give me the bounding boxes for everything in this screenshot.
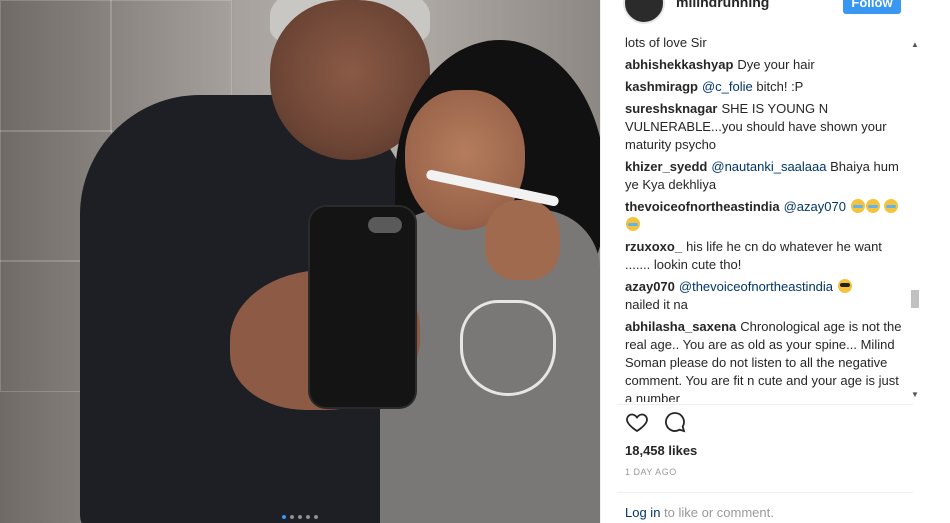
comment-item: sureshsknagar SHE IS YOUNG N VULNERABLE..… <box>625 100 907 154</box>
carousel-dot[interactable] <box>306 515 310 519</box>
comment-username[interactable]: abhishekkashyap <box>625 57 733 72</box>
comment-username[interactable]: kashmiragp <box>625 79 698 94</box>
comment-item: thevoiceofnortheastindia @azay070 <box>625 198 907 234</box>
avatar[interactable] <box>623 0 665 24</box>
follow-button[interactable]: Follow <box>843 0 901 14</box>
heart-icon[interactable] <box>625 410 649 434</box>
comment-mention[interactable]: @azay070 <box>784 199 846 214</box>
comment-username[interactable]: sureshsknagar <box>625 101 718 116</box>
comment-item: kashmiragp @c_folie bitch! :P <box>625 78 907 96</box>
divider <box>617 492 913 493</box>
post-timestamp[interactable]: 1 DAY AGO <box>625 467 677 477</box>
login-prompt-text: to like or comment. <box>664 505 774 520</box>
post-sidebar: milindrunning Follow lots of love Sir ab… <box>600 0 950 523</box>
comment-mention[interactable]: @thevoiceofnortheastindia <box>679 279 833 294</box>
shirt-logo <box>460 300 556 396</box>
phone-camera <box>368 217 402 233</box>
comment-scrollbar[interactable]: ▲ ▼ <box>909 40 921 400</box>
carousel-dot[interactable] <box>290 515 294 519</box>
comment-list: lots of love Sir abhishekkashyap Dye your… <box>625 34 907 402</box>
woman-hand <box>485 200 560 280</box>
tears-of-joy-emoji-icon <box>884 199 899 213</box>
comment-username[interactable]: thevoiceofnortheastindia <box>625 199 780 214</box>
like-count[interactable]: 18,458 likes <box>625 443 697 458</box>
comment-item: rzuxoxo_ his life he cn do whatever he wa… <box>625 238 907 274</box>
comment-item: khizer_syedd @nautanki_saalaaa Bhaiya hum… <box>625 158 907 194</box>
post-header: milindrunning Follow <box>601 0 950 26</box>
scroll-down-arrow-icon[interactable]: ▼ <box>910 390 920 400</box>
tears-of-joy-emoji-icon <box>850 199 865 213</box>
tears-of-joy-emoji-icon <box>865 199 880 213</box>
comment-item: abhilasha_saxena Chronological age is not… <box>625 318 907 402</box>
comment-username[interactable]: rzuxoxo_ <box>625 239 682 254</box>
comment-mention[interactable]: @c_folie <box>702 79 753 94</box>
divider <box>617 404 913 405</box>
comment-username[interactable]: abhilasha_saxena <box>625 319 736 334</box>
comment-username[interactable]: azay070 <box>625 279 675 294</box>
scroll-up-arrow-icon[interactable]: ▲ <box>910 40 920 50</box>
post-photo[interactable] <box>0 0 600 523</box>
comment-item: azay070 @thevoiceofnortheastindia <box>625 278 907 296</box>
sunglasses-emoji-icon <box>837 279 852 293</box>
comment-text: nailed it na <box>625 297 688 312</box>
login-prompt: Log in to like or comment. <box>625 505 774 520</box>
carousel-dot[interactable] <box>282 515 286 519</box>
scroll-thumb[interactable] <box>911 290 919 308</box>
comment-text: bitch! :P <box>756 79 804 94</box>
comment-item: nailed it na <box>625 296 907 314</box>
carousel-dot[interactable] <box>314 515 318 519</box>
comment-username[interactable]: khizer_syedd <box>625 159 707 174</box>
phone <box>310 207 415 407</box>
tears-of-joy-emoji-icon <box>626 217 640 231</box>
comment-item: abhishekkashyap Dye your hair <box>625 56 907 74</box>
comment-mention[interactable]: @nautanki_saalaaa <box>711 159 826 174</box>
comment-text: Dye your hair <box>737 57 815 72</box>
comment-item: lots of love Sir <box>625 34 907 52</box>
comment-icon[interactable] <box>663 410 687 434</box>
comment-text: lots of love Sir <box>625 35 707 50</box>
post-username[interactable]: milindrunning <box>676 0 769 10</box>
carousel-dots[interactable] <box>0 512 600 521</box>
action-bar <box>625 410 745 436</box>
wall-tile <box>0 0 112 132</box>
carousel-dot[interactable] <box>298 515 302 519</box>
login-link[interactable]: Log in <box>625 505 660 520</box>
